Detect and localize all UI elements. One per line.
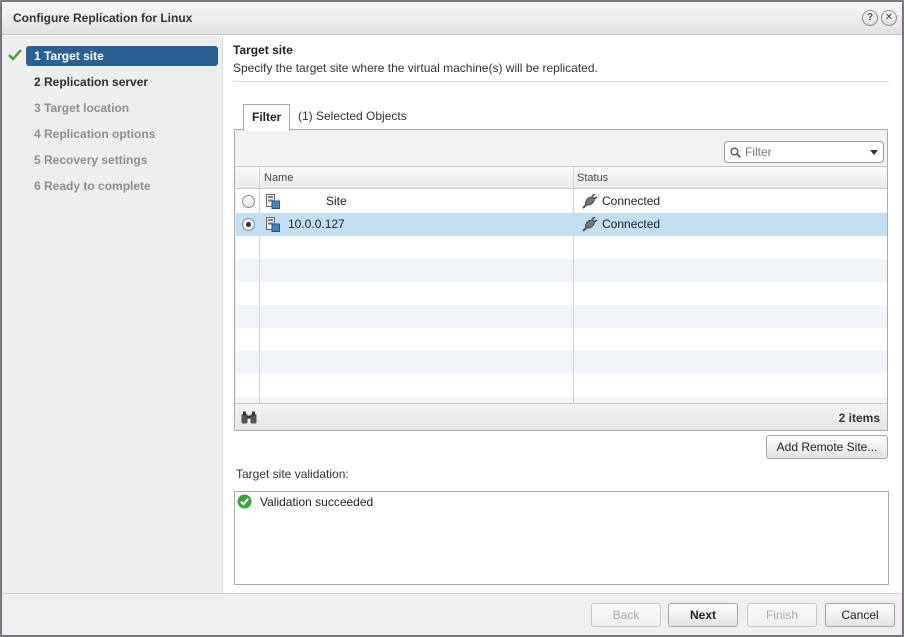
help-icon[interactable]: ?: [862, 10, 878, 26]
row-name: Site: [326, 194, 347, 208]
empty-row: [236, 328, 887, 351]
add-remote-site-button[interactable]: Add Remote Site...: [766, 435, 888, 459]
dialog-title: Configure Replication for Linux: [13, 11, 193, 25]
step-ready-to-complete: 6 Ready to complete: [34, 179, 151, 193]
row-radio[interactable]: [242, 218, 255, 231]
validation-box: Validation succeeded: [234, 491, 889, 585]
binoculars-icon[interactable]: [241, 411, 257, 424]
connected-plug-icon: [582, 194, 597, 209]
row-radio[interactable]: [242, 195, 255, 208]
empty-row: [236, 259, 887, 282]
finish-button[interactable]: Finish: [747, 603, 817, 627]
step-replication-server[interactable]: 2 Replication server: [26, 72, 218, 92]
validation-label: Target site validation:: [236, 467, 349, 481]
row-name: 10.0.0.127: [288, 217, 345, 231]
site-icon: [266, 194, 280, 209]
step-target-location: 3 Target location: [34, 101, 130, 115]
validation-message: Validation succeeded: [260, 495, 374, 509]
empty-row: [236, 351, 887, 374]
empty-row: [236, 282, 887, 305]
row-status: Connected: [602, 194, 661, 208]
column-divider[interactable]: [573, 167, 574, 403]
search-icon: [730, 147, 741, 158]
site-icon: [266, 217, 280, 232]
filter-box[interactable]: [724, 141, 884, 163]
close-icon[interactable]: ✕: [881, 10, 897, 26]
empty-row: [236, 374, 887, 397]
configure-replication-dialog: Configure Replication for Linux ? ✕ 1 Ta…: [1, 1, 903, 636]
page-description: Specify the target site where the virtua…: [233, 61, 598, 75]
back-button[interactable]: Back: [591, 603, 661, 627]
column-header-name[interactable]: Name: [264, 172, 293, 184]
dialog-footer: Back Next Finish Cancel: [2, 593, 902, 635]
next-button[interactable]: Next: [668, 603, 738, 627]
tab-selected-objects[interactable]: (1) Selected Objects: [290, 104, 415, 130]
filter-input[interactable]: [745, 144, 865, 160]
table-row[interactable]: 10.0.0.127 Connected: [236, 213, 887, 236]
step-recovery-settings: 5 Recovery settings: [34, 153, 148, 167]
column-divider: [259, 167, 260, 403]
connected-plug-icon: [582, 217, 597, 232]
row-status: Connected: [602, 217, 661, 231]
empty-row: [236, 236, 887, 259]
empty-row: [236, 305, 887, 328]
chevron-down-icon[interactable]: [870, 150, 878, 155]
tab-filter[interactable]: Filter: [243, 104, 291, 131]
grid-header: Name Status: [236, 167, 887, 189]
step-target-site[interactable]: 1 Target site: [26, 46, 218, 66]
items-count: 2 items: [838, 411, 880, 425]
step-replication-options: 4 Replication options: [34, 127, 156, 141]
site-list-panel: Name Status Site: [234, 129, 888, 431]
dialog-titlebar: Configure Replication for Linux ? ✕: [2, 2, 902, 35]
column-header-status[interactable]: Status: [577, 172, 608, 184]
checkmark-icon: [8, 49, 22, 61]
success-icon: [237, 494, 252, 509]
table-row[interactable]: Site Connected: [236, 190, 887, 213]
grid-footer: 2 items: [236, 403, 887, 430]
header-divider: [233, 81, 889, 82]
wizard-steps-sidebar: 1 Target site 2 Replication server 3 Tar…: [2, 36, 223, 593]
page-title: Target site: [233, 43, 293, 57]
cancel-button[interactable]: Cancel: [825, 603, 895, 627]
sites-grid: Name Status Site Connected 10.0.0.127 Co…: [236, 166, 887, 403]
